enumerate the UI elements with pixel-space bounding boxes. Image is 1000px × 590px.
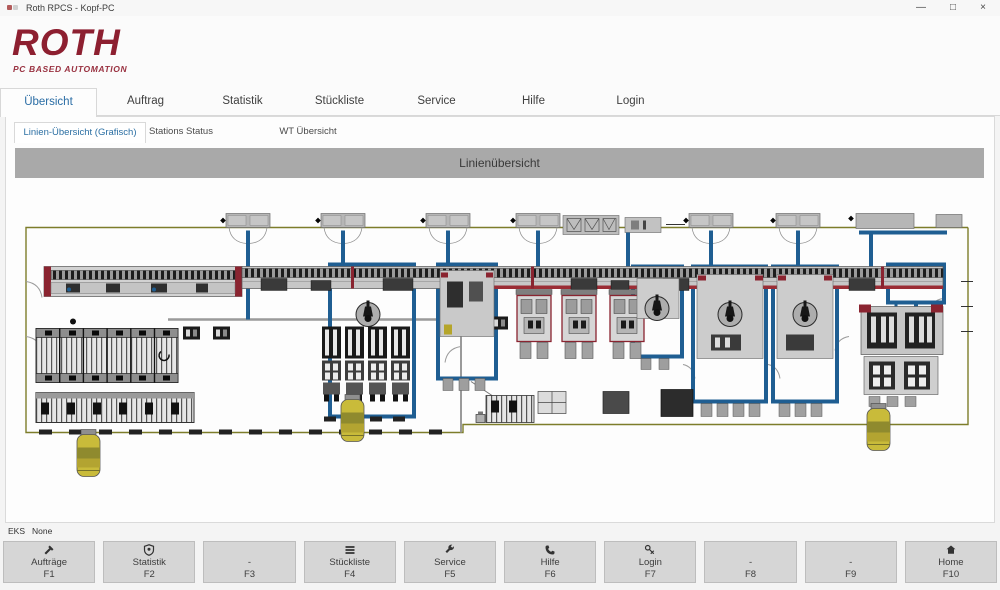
tank-icon — [341, 395, 364, 442]
title-bar: Roth RPCS - Kopf-PC — □ × — [0, 0, 1000, 16]
function-key-bar: AufträgeF1 StatistikF2 -F3 StücklisteF4 … — [3, 541, 997, 583]
status-value: None — [32, 526, 52, 536]
tab-service[interactable]: Service — [388, 88, 485, 116]
main-conveyor-left — [44, 267, 242, 297]
tab-statistik[interactable]: Statistik — [194, 88, 291, 116]
tank-icon — [77, 430, 100, 477]
line-overview-floorplan — [11, 186, 989, 520]
home-icon — [945, 544, 957, 556]
subtab-wt-uebersicht[interactable]: WT Übersicht — [258, 122, 358, 143]
status-label: EKS — [8, 526, 25, 536]
stueckliste-button[interactable]: StücklisteF4 — [304, 541, 396, 583]
auftraege-button[interactable]: AufträgeF1 — [3, 541, 95, 583]
f3-button[interactable]: -F3 — [203, 541, 295, 583]
key-icon — [644, 544, 656, 556]
panel-title: Linienübersicht — [15, 148, 984, 178]
hilfe-button[interactable]: HilfeF6 — [504, 541, 596, 583]
service-button[interactable]: ServiceF5 — [404, 541, 496, 583]
window-title: Roth RPCS - Kopf-PC — [26, 3, 115, 13]
shield-icon — [143, 544, 155, 556]
brand-tagline: PC BASED AUTOMATION — [13, 64, 127, 74]
f8-button[interactable]: -F8 — [704, 541, 796, 583]
maximize-button[interactable]: □ — [936, 0, 970, 16]
f9-button[interactable]: -F9 — [805, 541, 897, 583]
tab-stueckliste[interactable]: Stückliste — [291, 88, 388, 116]
home-button[interactable]: HomeF10 — [905, 541, 997, 583]
subtab-linien-uebersicht[interactable]: Linien-Übersicht (Grafisch) — [14, 122, 146, 143]
subtab-stations-status[interactable]: Stations Status — [146, 122, 216, 143]
content-panel: Linien-Übersicht (Grafisch) Stations Sta… — [5, 116, 995, 523]
main-conveyor — [242, 267, 943, 291]
main-tab-bar: Übersicht Auftrag Statistik Stückliste S… — [0, 86, 1000, 116]
list-icon — [344, 544, 356, 556]
logo-area: ROTH PC BASED AUTOMATION — [0, 16, 1000, 86]
tab-hilfe[interactable]: Hilfe — [485, 88, 582, 116]
top-door-units — [220, 214, 962, 244]
app-icon — [7, 4, 21, 12]
tab-login[interactable]: Login — [582, 88, 679, 116]
close-button[interactable]: × — [966, 0, 1000, 16]
tab-auftrag[interactable]: Auftrag — [97, 88, 194, 116]
phone-icon — [544, 544, 556, 556]
statistik-button[interactable]: StatistikF2 — [103, 541, 195, 583]
brand-logo: ROTH — [12, 22, 121, 64]
tanks — [77, 395, 890, 477]
app-window: Roth RPCS - Kopf-PC — □ × ROTH PC BASED … — [0, 0, 1000, 590]
status-line: EKS None — [8, 526, 59, 536]
login-button[interactable]: LoginF7 — [604, 541, 696, 583]
tank-icon — [867, 404, 890, 451]
minimize-button[interactable]: — — [904, 0, 938, 16]
tools-icon — [444, 544, 456, 556]
tab-uebersicht[interactable]: Übersicht — [0, 88, 97, 117]
hammer-icon — [43, 544, 55, 556]
